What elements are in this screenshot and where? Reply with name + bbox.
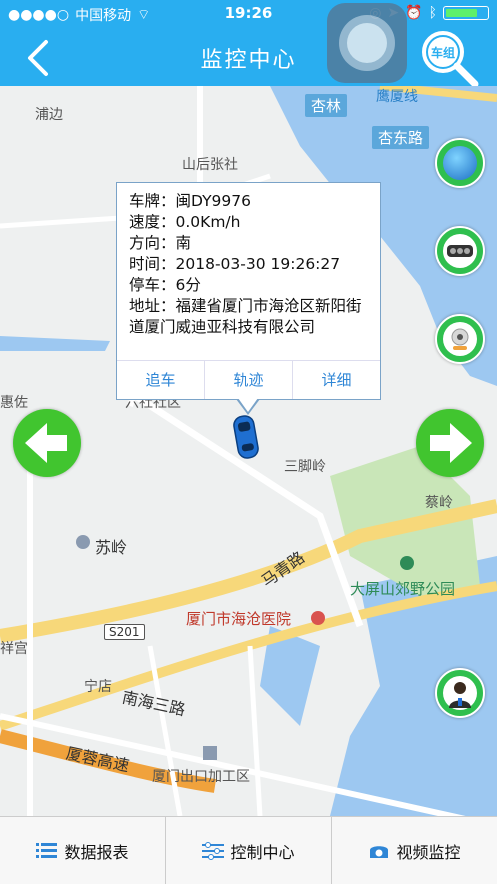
traffic-light-icon [443, 234, 477, 268]
nav-bar: 监控中心 车组 [0, 28, 497, 88]
map-label-xinglin: 杏林 [305, 94, 348, 117]
alarm-icon: ⏰ [405, 5, 423, 21]
map-label-yingsha: 鹰厦线 [376, 89, 418, 105]
hospital-icon [311, 611, 325, 625]
traffic-button[interactable] [435, 226, 485, 276]
globe-icon [443, 146, 477, 180]
user-profile-button[interactable] [435, 668, 485, 718]
tab-video-monitor-label: 视频监控 [396, 842, 461, 862]
list-icon [36, 842, 58, 858]
map-label-ningdian: 宁店 [84, 679, 112, 695]
tab-data-report-label: 数据报表 [64, 842, 129, 862]
village-icon [76, 535, 90, 549]
building-icon [203, 746, 217, 760]
person-icon [443, 676, 477, 710]
track-button[interactable]: 轨迹 [205, 361, 293, 399]
map-label-export-zone: 厦门出口加工区 [152, 769, 250, 785]
bluetooth-icon: ᛒ [428, 5, 437, 21]
popup-parked: 停车：6分 [129, 276, 201, 294]
tab-data-report[interactable]: 数据报表 [0, 817, 166, 884]
assistive-touch-button[interactable] [327, 3, 407, 83]
next-vehicle-button[interactable] [416, 409, 484, 477]
car-marker-icon[interactable] [233, 415, 260, 460]
follow-car-button[interactable]: 追车 [117, 361, 205, 399]
detail-button[interactable]: 详细 [293, 361, 380, 399]
camera-icon [443, 322, 477, 356]
arrow-right-icon [430, 423, 472, 463]
map-type-button[interactable] [435, 138, 485, 188]
popup-time: 时间：2018-03-30 19:26:27 [129, 255, 341, 273]
arrow-left-icon [25, 423, 67, 463]
status-bar: ●●●●○ 中国移动 ⌔ 19:26 ◎ ➤ ⏰ ᛒ [0, 0, 497, 28]
search-car-group-icon[interactable]: 车组 [415, 28, 483, 92]
map-label-sanjiaoling: 三脚岭 [284, 459, 326, 475]
video-camera-icon [370, 845, 389, 858]
vehicle-info-popup: 车牌：闽DY9976 速度：0.0Km/h 方向：南 时间：2018-03-30… [116, 182, 381, 400]
park-icon [400, 556, 414, 570]
map-label-xiangong: 祥宫 [0, 641, 28, 657]
map-label-dapingshan: 大屏山郊野公园 [350, 580, 456, 598]
map-label-shanhouzhang: 山后张社 [182, 157, 238, 173]
map-label-cailing: 蔡岭 [425, 495, 453, 511]
bottom-tab-bar: 数据报表 控制中心 视频监控 [0, 816, 497, 884]
map-label-hospital: 厦门市海沧医院 [186, 610, 292, 628]
tab-video-monitor[interactable]: 视频监控 [332, 817, 497, 884]
popup-direction: 方向：南 [129, 234, 192, 252]
tab-control-center-label: 控制中心 [230, 842, 295, 862]
map-label-suling: 苏岭 [95, 538, 128, 557]
previous-vehicle-button[interactable] [13, 409, 81, 477]
popup-address: 地址：福建省厦门市海沧区新阳街道厦门威迪亚科技有限公司 [129, 297, 362, 336]
map-label-s201: S201 [104, 624, 145, 640]
popup-plate: 车牌：闽DY9976 [129, 192, 252, 210]
battery-icon [443, 6, 489, 20]
popup-speed: 速度：0.0Km/h [129, 213, 241, 231]
search-car-label: 车组 [431, 45, 455, 60]
street-view-button[interactable] [435, 314, 485, 364]
map-label-pudian: 浦边 [35, 107, 63, 123]
sliders-icon [202, 841, 225, 860]
tab-control-center[interactable]: 控制中心 [166, 817, 332, 884]
map-label-xingdonglu: 杏东路 [372, 126, 430, 149]
